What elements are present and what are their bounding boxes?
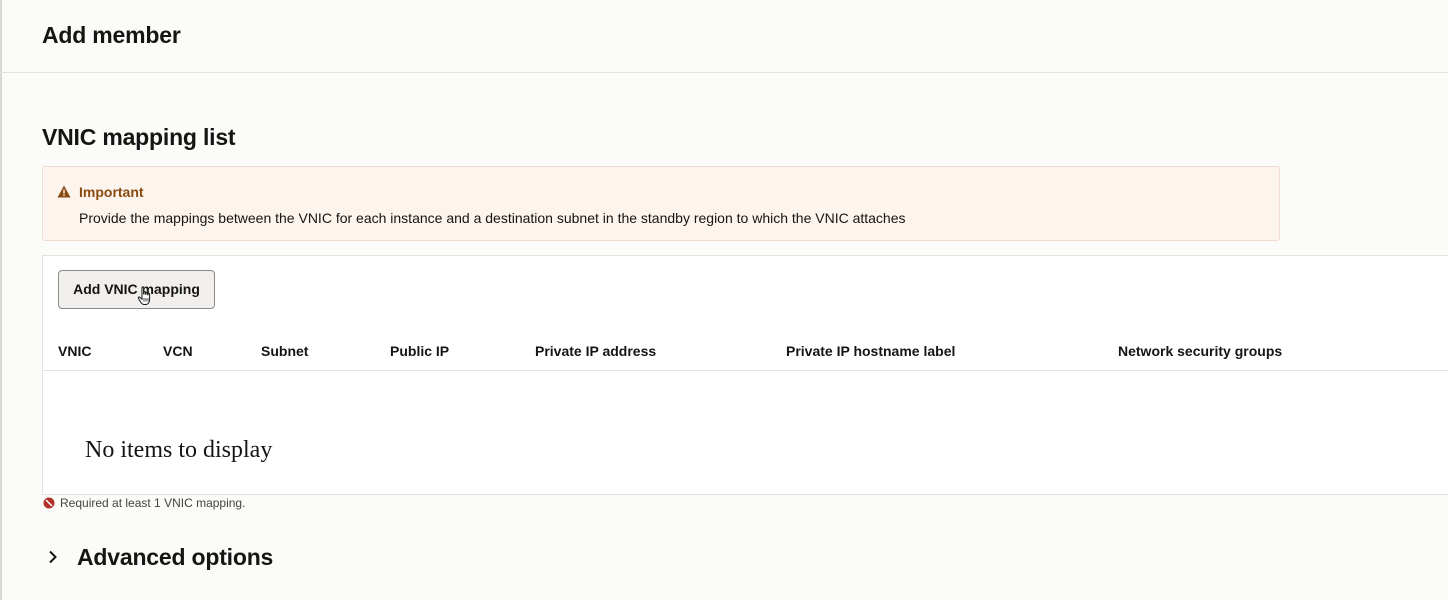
vnic-mapping-table: Add VNIC mapping VNIC VCN Subnet Public … <box>42 255 1448 495</box>
column-header-subnet[interactable]: Subnet <box>261 343 308 359</box>
column-header-vcn[interactable]: VCN <box>163 343 193 359</box>
add-member-page: Add member VNIC mapping list Important P… <box>0 0 1448 600</box>
chevron-right-icon[interactable] <box>48 550 58 564</box>
column-header-private-ip-address[interactable]: Private IP address <box>535 343 656 359</box>
page-header: Add member <box>0 0 1448 73</box>
advanced-options-label[interactable]: Advanced options <box>77 544 273 571</box>
column-header-public-ip[interactable]: Public IP <box>390 343 449 359</box>
column-header-network-security-groups[interactable]: Network security groups <box>1118 343 1282 359</box>
empty-state-message: No items to display <box>85 437 273 463</box>
advanced-options-toggle[interactable]: Advanced options <box>42 542 342 574</box>
column-header-vnic[interactable]: VNIC <box>58 343 91 359</box>
add-vnic-mapping-button[interactable]: Add VNIC mapping <box>58 270 215 309</box>
error-icon <box>43 497 55 509</box>
notice-body: Provide the mappings between the VNIC fo… <box>79 210 906 226</box>
table-header-row: VNIC VCN Subnet Public IP Private IP add… <box>43 336 1448 371</box>
validation-text: Required at least 1 VNIC mapping. <box>60 496 246 510</box>
warning-icon <box>57 185 71 198</box>
notice-title: Important <box>79 184 144 200</box>
page-title: Add member <box>42 22 181 48</box>
column-header-private-ip-hostname-label[interactable]: Private IP hostname label <box>786 343 955 359</box>
left-divider <box>0 0 2 600</box>
section-title: VNIC mapping list <box>42 124 236 150</box>
important-notice: Important Provide the mappings between t… <box>42 166 1280 241</box>
